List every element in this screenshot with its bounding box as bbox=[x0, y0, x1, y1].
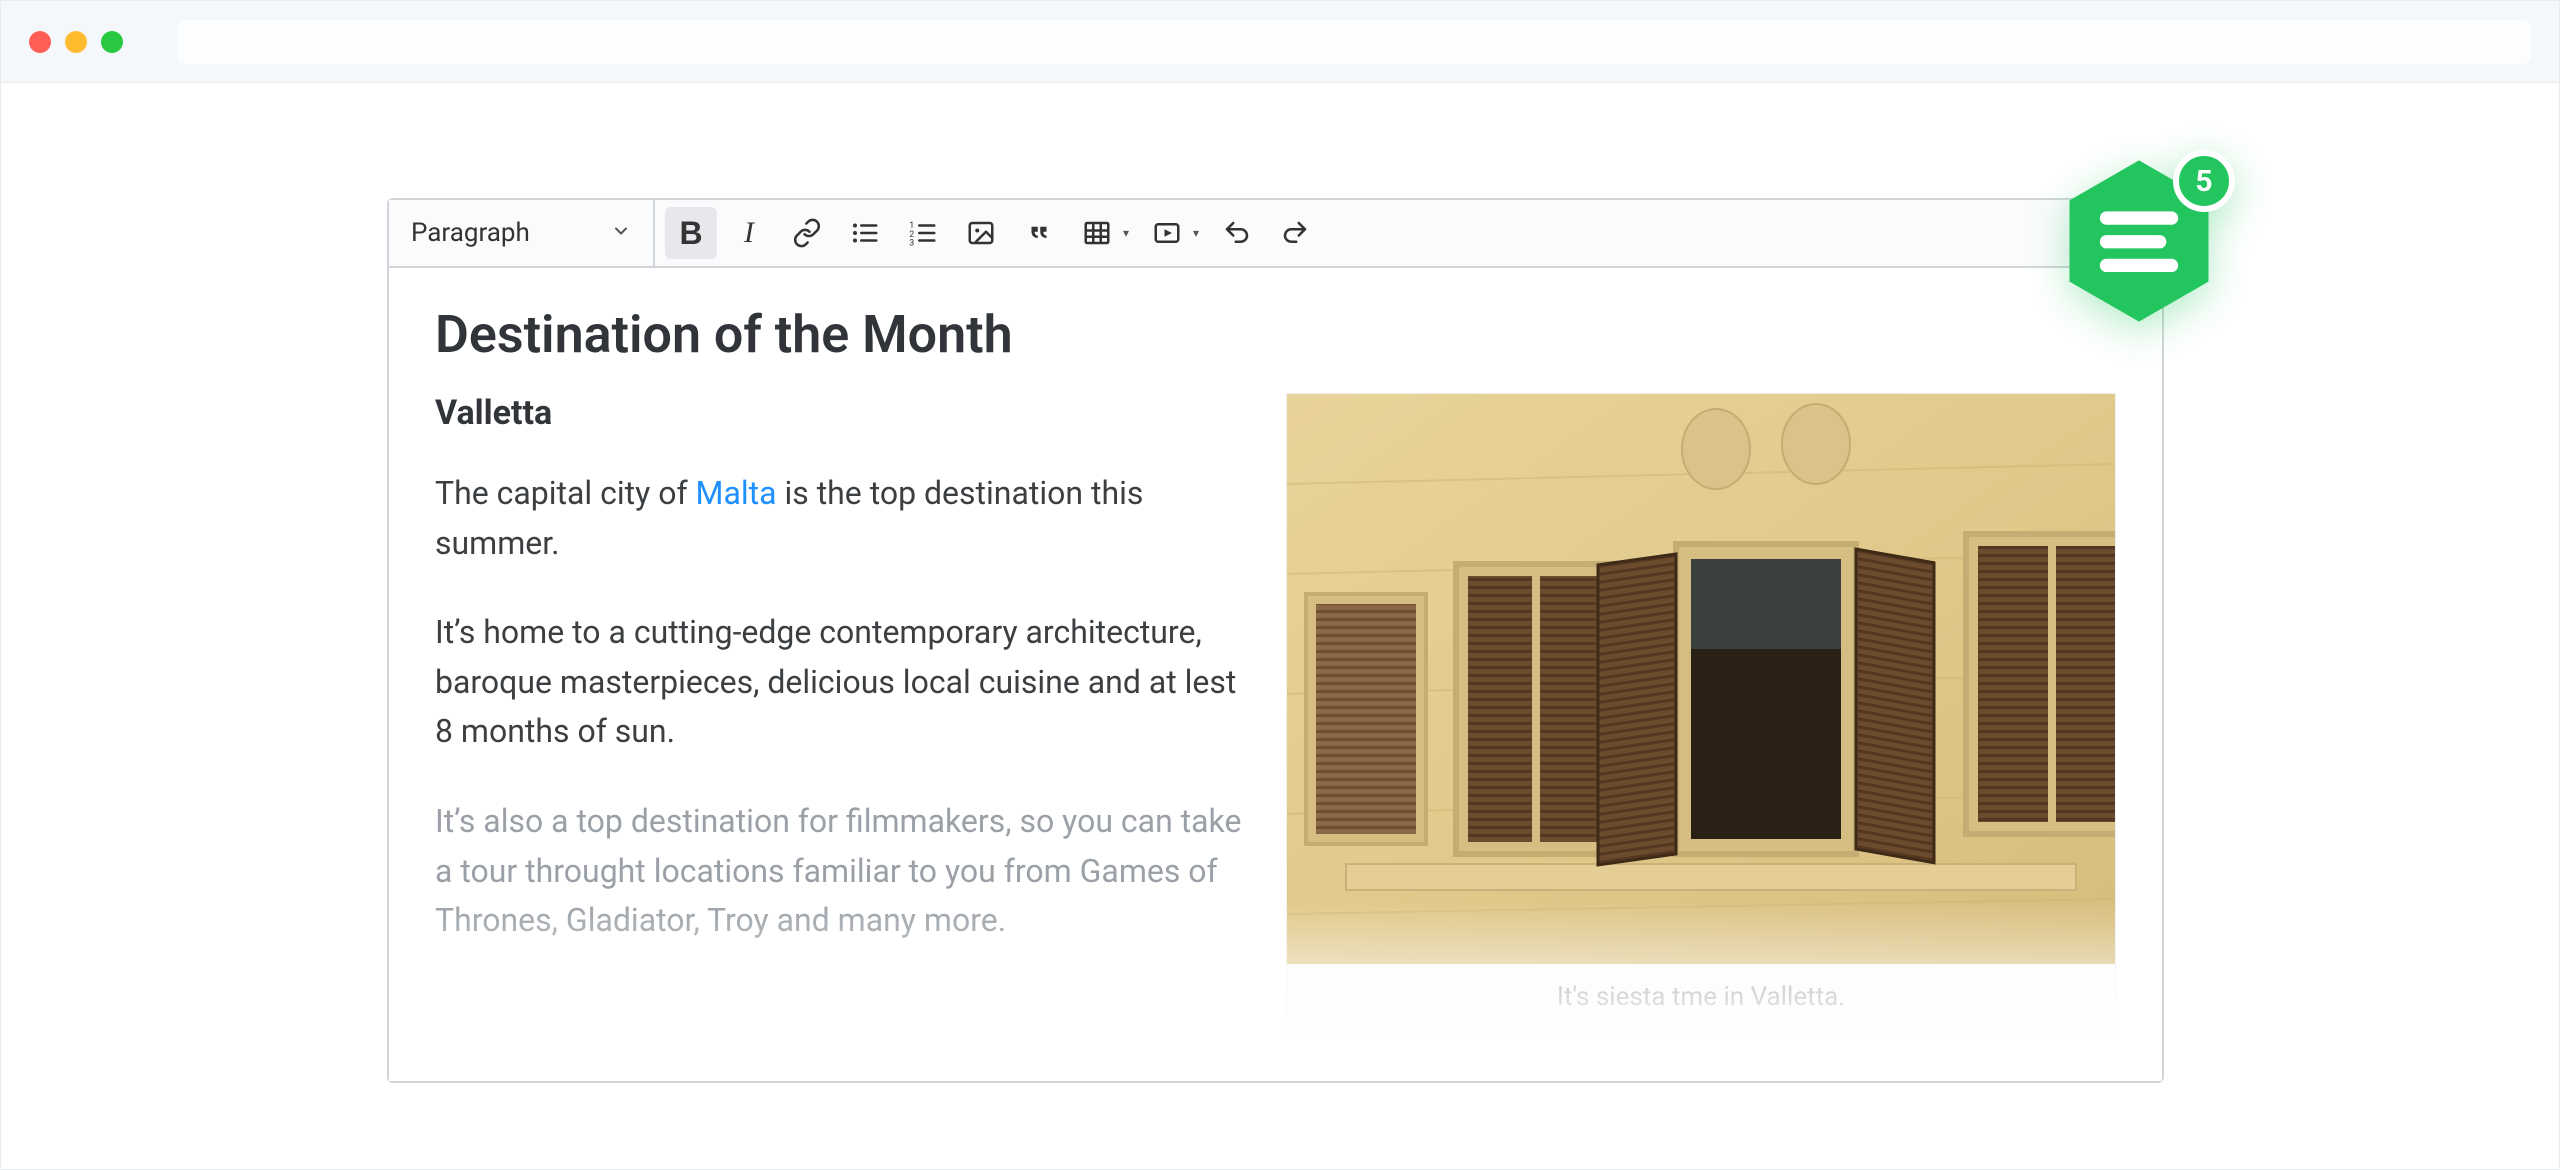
media-icon bbox=[1152, 218, 1182, 248]
notifications-count-badge: 5 bbox=[2173, 150, 2235, 212]
table-icon bbox=[1082, 218, 1112, 248]
redo-icon bbox=[1280, 218, 1310, 248]
block-style-dropdown[interactable]: Paragraph bbox=[389, 200, 655, 266]
window-minimize-button[interactable] bbox=[65, 31, 87, 53]
figure-column: It's siesta tme in Valletta. bbox=[1286, 393, 2116, 1035]
figure-caption[interactable]: It's siesta tme in Valletta. bbox=[1287, 964, 2115, 1034]
window-titlebar bbox=[1, 1, 2559, 83]
list-ul-icon bbox=[850, 218, 880, 248]
figure-image[interactable] bbox=[1287, 394, 2115, 964]
undo-icon bbox=[1222, 218, 1252, 248]
toolbar-group: B I bbox=[655, 200, 1331, 266]
editor-content[interactable]: Destination of the Month Valletta The ca… bbox=[389, 268, 2162, 1081]
chevron-down-icon bbox=[611, 221, 631, 246]
rich-text-editor: Paragraph B I bbox=[387, 198, 2164, 1083]
image-button[interactable] bbox=[955, 207, 1007, 259]
chevron-down-icon: ▾ bbox=[1123, 226, 1129, 240]
unordered-list-button[interactable] bbox=[839, 207, 891, 259]
chevron-down-icon: ▾ bbox=[1193, 226, 1199, 240]
content-columns: Valletta The capital city of Malta is th… bbox=[435, 393, 2116, 1035]
image-icon bbox=[966, 218, 996, 248]
ordered-list-button[interactable]: 1 2 3 bbox=[897, 207, 949, 259]
redo-button[interactable] bbox=[1269, 207, 1321, 259]
paragraph-text: The capital city of bbox=[435, 474, 696, 512]
malta-link[interactable]: Malta bbox=[696, 474, 777, 512]
window-zoom-button[interactable] bbox=[101, 31, 123, 53]
bold-button[interactable]: B bbox=[665, 207, 717, 259]
content-figure[interactable]: It's siesta tme in Valletta. bbox=[1286, 393, 2116, 1035]
window-close-button[interactable] bbox=[29, 31, 51, 53]
italic-icon: I bbox=[744, 218, 754, 248]
media-button[interactable]: ▾ bbox=[1141, 207, 1205, 259]
document-title[interactable]: Destination of the Month bbox=[435, 304, 2116, 365]
browser-window: Paragraph B I bbox=[0, 0, 2560, 1170]
undo-button[interactable] bbox=[1211, 207, 1263, 259]
editor-toolbar: Paragraph B I bbox=[389, 200, 2162, 268]
notifications-hex-badge[interactable]: 5 bbox=[2065, 156, 2213, 326]
list-ol-icon: 1 2 3 bbox=[908, 218, 938, 248]
table-button[interactable]: ▾ bbox=[1071, 207, 1135, 259]
text-column[interactable]: Valletta The capital city of Malta is th… bbox=[435, 393, 1246, 946]
link-icon bbox=[792, 218, 822, 248]
blockquote-button[interactable] bbox=[1013, 207, 1065, 259]
paragraph-2[interactable]: It’s home to a cutting-edge contemporary… bbox=[435, 608, 1246, 757]
quote-icon bbox=[1024, 218, 1054, 248]
svg-text:3: 3 bbox=[909, 239, 914, 249]
block-style-label: Paragraph bbox=[411, 218, 530, 248]
italic-button[interactable]: I bbox=[723, 207, 775, 259]
address-bar[interactable] bbox=[177, 20, 2531, 64]
bold-icon: B bbox=[679, 217, 702, 249]
document-subtitle[interactable]: Valletta bbox=[435, 393, 1246, 433]
paragraph-3[interactable]: It’s also a top destination for filmmake… bbox=[435, 797, 1246, 946]
paragraph-1[interactable]: The capital city of Malta is the top des… bbox=[435, 469, 1246, 568]
link-button[interactable] bbox=[781, 207, 833, 259]
